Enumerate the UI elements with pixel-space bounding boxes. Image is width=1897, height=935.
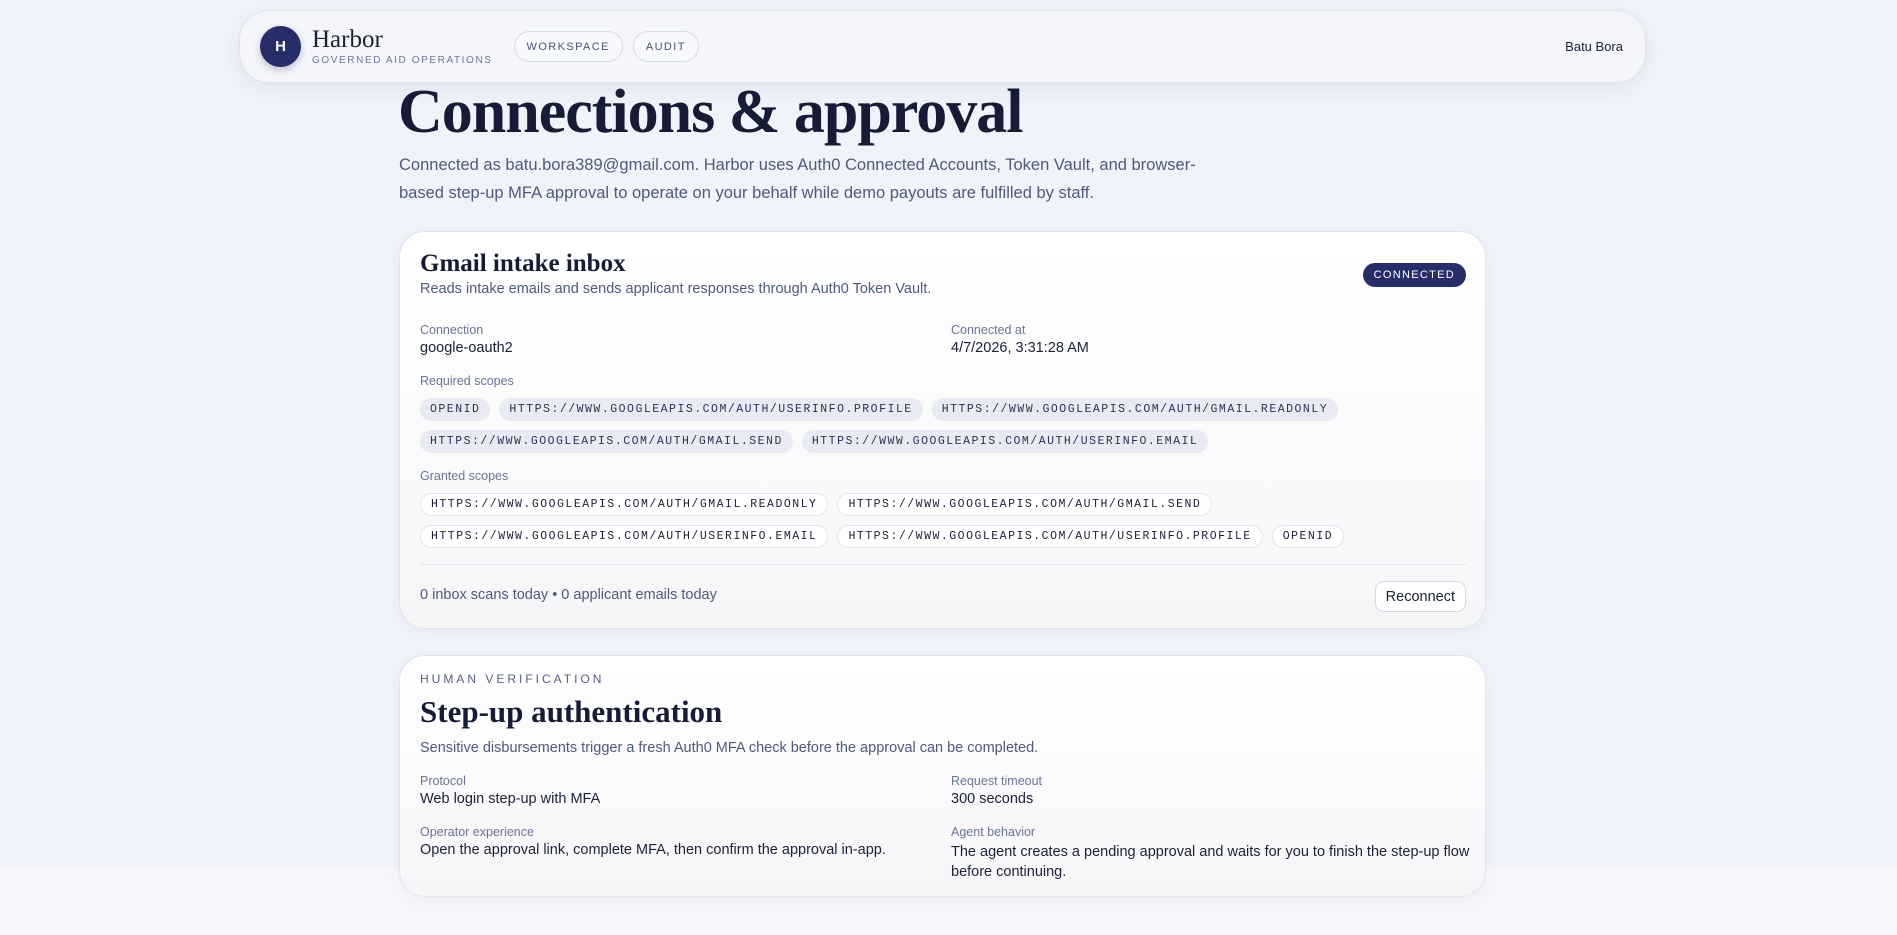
brand-name[interactable]: Harbor [312,27,493,53]
nav-workspace[interactable]: WORKSPACE [513,31,623,62]
connected-at-label: Connected at [951,323,1026,337]
granted-scope-chip: HTTPS://WWW.GOOGLEAPIS.COM/AUTH/GMAIL.RE… [420,493,829,516]
protocol-value: Web login step-up with MFA [420,791,601,807]
connection-value: google-oauth2 [420,340,513,356]
granted-scope-chip: HTTPS://WWW.GOOGLEAPIS.COM/AUTH/USERINFO… [837,525,1263,548]
nav-audit[interactable]: AUDIT [632,31,699,62]
reconnect-button[interactable]: Reconnect [1374,581,1466,612]
card-eyebrow: HUMAN VERIFICATION [420,672,605,686]
step-up-card-description: Sensitive disbursements trigger a fresh … [420,740,1039,756]
required-scope-chip: HTTPS://WWW.GOOGLEAPIS.COM/AUTH/USERINFO… [499,398,923,421]
gmail-card-description: Reads intake emails and sends applicant … [420,281,932,297]
operator-experience-label: Operator experience [420,825,534,839]
granted-scope-chip: HTTPS://WWW.GOOGLEAPIS.COM/AUTH/USERINFO… [420,525,829,548]
timeout-value: 300 seconds [951,791,1034,807]
required-scopes-label: Required scopes [420,374,514,388]
step-up-card-title: Step-up authentication [420,694,723,729]
granted-scopes-list: HTTPS://WWW.GOOGLEAPIS.COM/AUTH/GMAIL.RE… [420,493,1470,548]
granted-scope-chip: HTTPS://WWW.GOOGLEAPIS.COM/AUTH/GMAIL.SE… [837,493,1213,516]
usage-stats: 0 inbox scans today • 0 applicant emails… [420,587,717,603]
granted-scope-chip: OPENID [1271,525,1345,548]
required-scopes-list: OPENID HTTPS://WWW.GOOGLEAPIS.COM/AUTH/U… [420,398,1470,453]
main-nav: WORKSPACE AUDIT [513,31,699,62]
agent-behavior-value: The agent creates a pending approval and… [951,844,1470,880]
page-title: Connections & approval [398,78,1023,146]
card-divider [420,564,1466,565]
required-scope-chip: HTTPS://WWW.GOOGLEAPIS.COM/AUTH/GMAIL.RE… [931,398,1339,421]
protocol-label: Protocol [420,774,466,788]
gmail-card-title: Gmail intake inbox [420,250,626,277]
brand-tagline: GOVERNED AID OPERATIONS [312,55,493,66]
brand: Harbor GOVERNED AID OPERATIONS [312,27,493,67]
harbor-logo[interactable]: H [260,26,301,67]
timeout-label: Request timeout [951,774,1043,788]
required-scope-chip: HTTPS://WWW.GOOGLEAPIS.COM/AUTH/USERINFO… [801,430,1209,453]
user-name[interactable]: Batu Bora [1565,39,1623,54]
required-scope-chip: HTTPS://WWW.GOOGLEAPIS.COM/AUTH/GMAIL.SE… [420,430,793,453]
required-scope-chip: OPENID [420,398,491,421]
top-navigation-bar: H Harbor GOVERNED AID OPERATIONS WORKSPA… [239,10,1646,83]
connected-at-value: 4/7/2026, 3:31:28 AM [951,340,1089,356]
agent-behavior-label: Agent behavior [951,825,1036,839]
step-up-auth-card: HUMAN VERIFICATION Step-up authenticatio… [399,655,1486,897]
granted-scopes-label: Granted scopes [420,469,509,483]
gmail-connection-card: Gmail intake inbox Reads intake emails a… [399,231,1486,629]
page-intro: Connected as batu.bora389@gmail.com. Har… [399,156,1196,202]
status-badge: CONNECTED [1362,263,1466,287]
operator-experience-value: Open the approval link, complete MFA, th… [420,842,886,858]
connection-label: Connection [420,323,484,337]
